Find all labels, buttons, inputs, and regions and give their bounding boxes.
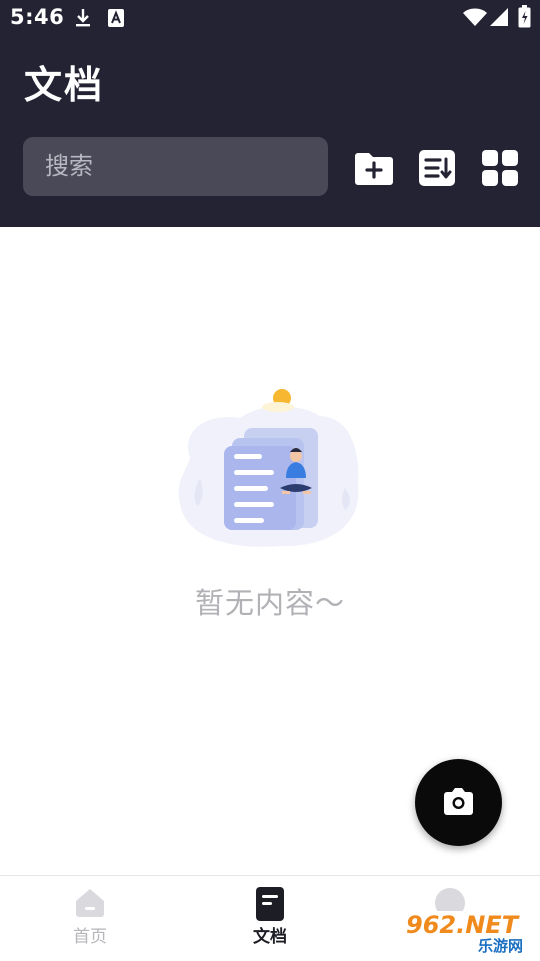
status-time: 5:46	[10, 5, 65, 29]
home-icon	[73, 886, 107, 924]
font-app-icon	[107, 8, 125, 32]
new-folder-button[interactable]	[353, 147, 395, 189]
search-input[interactable]: 搜索	[23, 137, 328, 196]
battery-icon	[518, 5, 531, 32]
header-bar: 5:46 文档 搜索	[0, 0, 540, 227]
sort-icon	[416, 150, 458, 193]
document-icon	[255, 886, 285, 926]
empty-state-illustration	[170, 388, 370, 553]
wifi-icon	[462, 7, 488, 31]
nav-item-documents[interactable]: 文档	[180, 876, 360, 961]
camera-scan-button[interactable]	[415, 759, 502, 846]
page-title: 文档	[24, 63, 105, 107]
search-placeholder: 搜索	[45, 152, 93, 180]
grid-view-button[interactable]	[479, 147, 521, 189]
nav-item-home[interactable]: 首页	[0, 876, 180, 961]
folder-add-icon	[353, 153, 395, 193]
empty-state-text: 暂无内容～	[194, 586, 345, 620]
sort-button[interactable]	[416, 147, 458, 189]
nav-label-documents: 文档	[253, 927, 287, 947]
nav-label-home: 首页	[73, 927, 107, 947]
signal-icon	[489, 7, 509, 31]
grid-view-icon	[479, 150, 521, 193]
watermark-logo: 962.NET 乐游网	[402, 911, 536, 955]
download-icon	[74, 8, 92, 32]
watermark-site: 乐游网	[478, 937, 524, 955]
status-bar: 5:46	[0, 0, 540, 36]
